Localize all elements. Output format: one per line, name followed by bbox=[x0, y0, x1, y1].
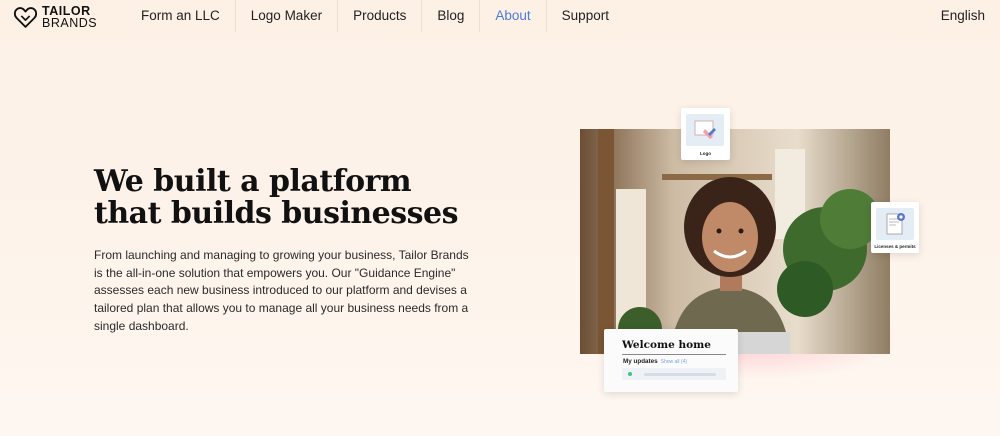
logo-card-preview bbox=[686, 114, 724, 146]
licenses-card-caption: Licenses & permits bbox=[874, 244, 916, 249]
brand-line2: BRANDS bbox=[42, 16, 98, 30]
status-dot-icon bbox=[628, 372, 632, 376]
nav-item-blog[interactable]: Blog bbox=[422, 0, 481, 32]
nav-menu: Form an LLC Logo Maker Products Blog Abo… bbox=[126, 0, 624, 32]
hero-description: From launching and managing to growing y… bbox=[94, 248, 469, 333]
language-selector[interactable]: English bbox=[941, 0, 985, 32]
hero-headline: We built a platform that builds business… bbox=[94, 166, 514, 230]
licenses-card-preview bbox=[876, 208, 914, 240]
update-item bbox=[622, 368, 726, 380]
update-placeholder-bar bbox=[644, 373, 716, 376]
brand-logo[interactable]: TAILOR BRANDS bbox=[13, 3, 103, 31]
updates-label: My updates bbox=[623, 358, 658, 365]
certificate-icon bbox=[886, 213, 905, 235]
nav-item-form-llc[interactable]: Form an LLC bbox=[126, 0, 236, 32]
welcome-card: Welcome home My updates Show all (4) bbox=[604, 329, 738, 392]
nav-item-logo-maker[interactable]: Logo Maker bbox=[236, 0, 339, 32]
logo-card: Logo bbox=[681, 108, 730, 160]
welcome-title: Welcome home bbox=[622, 339, 711, 351]
logo-design-icon bbox=[694, 120, 716, 139]
logo-card-caption: Logo bbox=[700, 151, 711, 156]
heart-shield-logo-icon bbox=[13, 6, 38, 28]
updates-show-all-link[interactable]: Show all (4) bbox=[661, 359, 687, 365]
nav-item-support[interactable]: Support bbox=[547, 0, 624, 32]
nav-item-about[interactable]: About bbox=[480, 0, 547, 32]
brand-wordmark: TAILOR BRANDS bbox=[42, 5, 98, 30]
licenses-card: Licenses & permits bbox=[871, 202, 919, 253]
hero-headline-line1: We built a platform bbox=[94, 164, 412, 199]
welcome-divider bbox=[622, 354, 726, 355]
hero-photo-illustration bbox=[580, 129, 890, 354]
nav-item-products[interactable]: Products bbox=[338, 0, 423, 32]
hero-headline-line2: that builds businesses bbox=[94, 196, 459, 231]
top-nav: TAILOR BRANDS Form an LLC Logo Maker Pro… bbox=[0, 0, 1000, 32]
hero-photo bbox=[580, 129, 890, 354]
updates-row: My updates Show all (4) bbox=[623, 358, 687, 365]
